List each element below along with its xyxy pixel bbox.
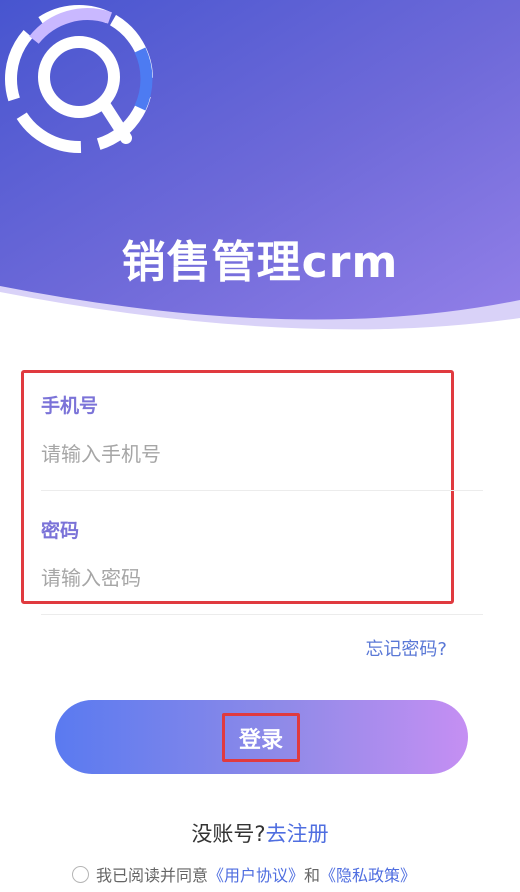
forgot-password-link[interactable]: 忘记密码? xyxy=(365,635,447,661)
password-input[interactable] xyxy=(41,561,441,595)
app-logo-icon xyxy=(5,5,153,153)
signup-row: 没账号?去注册 xyxy=(0,818,520,848)
app-title: 销售管理crm xyxy=(121,237,399,288)
user-agreement-link[interactable]: 《用户协议》 xyxy=(208,862,304,886)
password-divider xyxy=(41,614,483,615)
agreement-radio-icon[interactable] xyxy=(72,865,89,883)
privacy-policy-link[interactable]: 《隐私政策》 xyxy=(320,862,416,886)
hero-header: 销售管理crm xyxy=(0,0,520,345)
phone-input[interactable] xyxy=(41,437,441,471)
signup-link[interactable]: 去注册 xyxy=(266,822,329,846)
login-button-label: 登录 xyxy=(238,727,283,753)
phone-label: 手机号 xyxy=(41,395,99,417)
password-label: 密码 xyxy=(41,520,80,542)
phone-divider xyxy=(41,490,483,491)
agreement-row: 我已阅读并同意 《用户协议》 和 《隐私政策》 xyxy=(72,862,512,886)
signup-prompt: 没账号? xyxy=(191,822,266,846)
agreement-and: 和 xyxy=(304,866,321,885)
login-label-highlight[interactable]: 登录 xyxy=(222,713,300,762)
agreement-prefix: 我已阅读并同意 xyxy=(96,866,209,885)
